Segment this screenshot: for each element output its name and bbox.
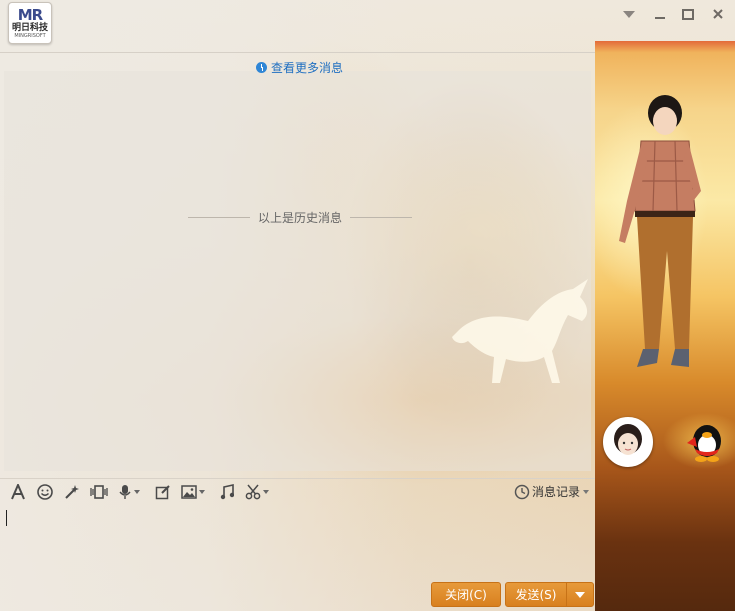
chevron-down-icon <box>263 490 269 494</box>
input-toolbar: 消息记录 <box>0 478 595 505</box>
window-menu-button[interactable] <box>619 5 639 23</box>
send-options-button[interactable] <box>566 582 594 607</box>
maximize-button[interactable] <box>678 5 698 23</box>
close-chat-button[interactable]: 关闭(C) <box>431 582 501 607</box>
avatar-show-panel <box>595 41 735 611</box>
more-messages-link[interactable]: 查看更多消息 <box>256 59 343 76</box>
more-messages-label: 查看更多消息 <box>271 61 344 75</box>
image-icon <box>181 485 197 499</box>
close-window-button[interactable] <box>708 5 728 23</box>
character-illustration <box>619 95 701 367</box>
clock-icon <box>256 62 267 73</box>
minimize-button[interactable] <box>650 5 670 23</box>
send-button[interactable]: 发送(S) <box>505 582 567 607</box>
logo-mark: MR <box>17 5 44 24</box>
font-icon <box>11 484 25 500</box>
microphone-icon <box>119 485 131 499</box>
chevron-down-icon <box>583 489 590 494</box>
screen-shake-icon <box>90 485 108 499</box>
chat-history[interactable]: 查看更多消息 以上是历史消息 <box>0 52 595 473</box>
divider-line-left <box>188 217 250 218</box>
message-history-button[interactable]: 消息记录 <box>514 483 590 500</box>
chevron-down-icon <box>134 490 140 494</box>
magic-icon <box>65 485 79 499</box>
avatar-face-icon <box>614 424 642 455</box>
chevron-down-icon <box>623 10 635 18</box>
unicorn-illustration <box>452 279 588 383</box>
edit-icon <box>155 485 170 500</box>
clock-icon <box>514 484 530 499</box>
music-button[interactable] <box>220 482 234 502</box>
logo-name-en: MINGRISOFT <box>14 32 46 39</box>
emoji-button[interactable] <box>37 482 53 502</box>
screen-shake-button[interactable] <box>90 482 108 502</box>
history-divider-text: 以上是历史消息 <box>258 211 343 225</box>
chevron-down-icon <box>199 490 205 494</box>
title-bar[interactable]: MR 明日科技 MINGRISOFT <box>0 0 735 46</box>
app-logo: MR 明日科技 MINGRISOFT <box>8 2 52 44</box>
emoji-icon <box>37 484 53 500</box>
logo-name-cn: 明日科技 <box>11 22 48 33</box>
message-history-label: 消息记录 <box>532 485 581 499</box>
chevron-down-icon <box>575 591 585 598</box>
avatar[interactable] <box>603 417 653 467</box>
image-button[interactable] <box>181 482 205 502</box>
qq-penguin-icon <box>687 425 721 462</box>
music-icon <box>220 484 234 500</box>
history-divider: 以上是历史消息 <box>188 209 413 226</box>
minimize-icon <box>655 17 665 19</box>
text-cursor <box>6 510 7 526</box>
close-icon <box>713 9 723 19</box>
maximize-icon <box>682 8 694 20</box>
edit-button[interactable] <box>155 482 171 502</box>
screenshot-button[interactable] <box>245 482 269 502</box>
voice-button[interactable] <box>118 482 140 502</box>
scissors-icon <box>245 484 261 500</box>
divider-line-right <box>350 217 413 218</box>
magic-button[interactable] <box>64 482 80 502</box>
font-button[interactable] <box>10 482 26 502</box>
